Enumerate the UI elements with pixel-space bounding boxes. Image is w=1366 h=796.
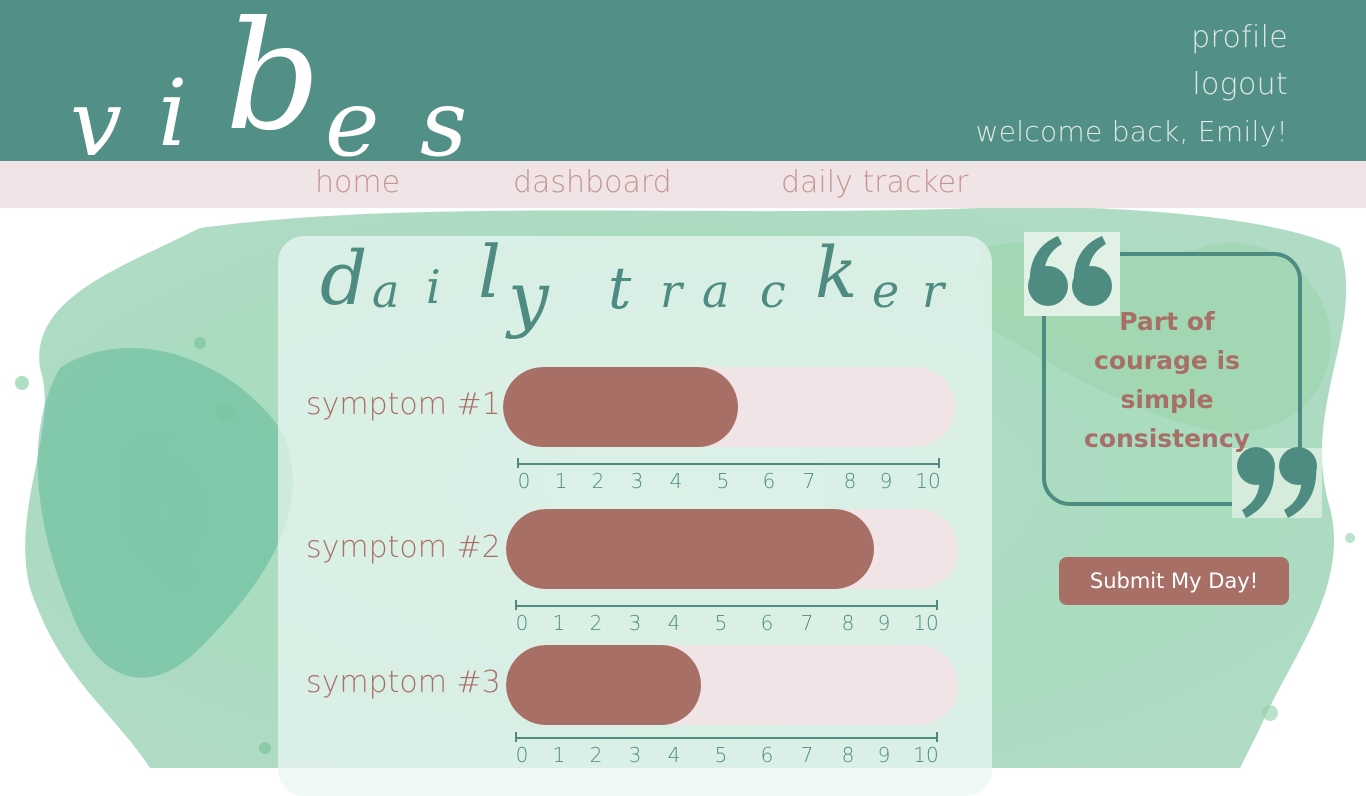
title-letter: i: [426, 260, 441, 314]
symptom-slider-fill[interactable]: [503, 367, 738, 447]
profile-link[interactable]: profile: [976, 14, 1289, 61]
scale-number: 2: [591, 469, 605, 493]
scale-number: 4: [669, 469, 683, 493]
scale-number: 7: [800, 743, 814, 767]
symptom-scale: 0 1 2 3 4 5 6 7 8 9 10: [515, 600, 939, 645]
scale-number: 8: [843, 469, 857, 493]
title-letter: l: [478, 230, 502, 314]
scale-number: 1: [552, 611, 566, 635]
symptom-scale: 0 1 2 3 4 5 6 7 8 9 10: [515, 732, 939, 777]
submit-day-button[interactable]: Submit My Day!: [1059, 557, 1289, 605]
vibes-logo[interactable]: v i b e s: [70, 0, 470, 177]
scale-number: 1: [552, 743, 566, 767]
title-letter: k: [815, 232, 858, 314]
scale-number: 1: [554, 469, 568, 493]
welcome-message: welcome back, Emily!: [975, 115, 1288, 148]
tracker-title: d a i l y t r a c k e r: [300, 230, 980, 356]
scale-number: 6: [760, 743, 774, 767]
quote-text: Part of courage is simple consistency: [1084, 307, 1250, 453]
title-letter: c: [760, 264, 786, 318]
scale-number: 5: [714, 743, 728, 767]
symptom-slider-fill[interactable]: [506, 509, 874, 589]
nav-dashboard[interactable]: dashboard: [513, 165, 672, 200]
symptom-scale: 0 1 2 3 4 5 6 7 8 9 10: [517, 458, 941, 503]
title-letter: a: [372, 264, 400, 318]
title-letter: a: [702, 264, 730, 318]
title-letter: e: [872, 264, 900, 318]
scale-number: 10: [915, 469, 941, 493]
nav-home[interactable]: home: [315, 165, 400, 200]
scale-number: 3: [628, 743, 642, 767]
scale-number: 8: [841, 611, 855, 635]
scale-number: 9: [879, 469, 893, 493]
scale-number: 6: [762, 469, 776, 493]
scale-number: 9: [877, 743, 891, 767]
scale-number: 10: [913, 611, 939, 635]
symptom-slider-track[interactable]: [506, 645, 958, 725]
account-links: profile logout welcome back, Emily!: [976, 14, 1289, 155]
scale-number: 4: [667, 611, 681, 635]
title-letter: t: [608, 254, 632, 322]
symptom-label: symptom #2: [306, 530, 501, 565]
scale-number: 7: [802, 469, 816, 493]
symptom-slider-track[interactable]: [506, 509, 958, 589]
scale-number: 0: [515, 611, 529, 635]
scale-number: 7: [800, 611, 814, 635]
scale-number: 2: [589, 611, 603, 635]
scale-number: 8: [841, 743, 855, 767]
scale-number: 5: [716, 469, 730, 493]
symptom-label: symptom #3: [306, 665, 501, 700]
logout-link[interactable]: logout: [976, 61, 1289, 108]
symptom-slider-fill[interactable]: [506, 645, 701, 725]
scale-number: 10: [913, 743, 939, 767]
scale-number: 4: [667, 743, 681, 767]
title-letter: r: [922, 264, 944, 318]
scale-number: 6: [760, 611, 774, 635]
logo-letter: i: [158, 60, 188, 167]
title-letter: r: [660, 264, 682, 318]
scale-number: 0: [517, 469, 531, 493]
symptom-slider-track[interactable]: [503, 367, 955, 447]
main-nav: home dashboard daily tracker: [0, 161, 1366, 208]
nav-daily-tracker[interactable]: daily tracker: [781, 165, 968, 200]
symptom-label: symptom #1: [306, 387, 501, 422]
scale-number: 9: [877, 611, 891, 635]
title-letter: y: [508, 256, 549, 340]
header-bar: v i b e s profile logout welcome back, E…: [0, 0, 1366, 177]
logo-letter: b: [225, 0, 322, 164]
scale-number: 3: [628, 611, 642, 635]
scale-number: 5: [714, 611, 728, 635]
scale-number: 3: [630, 469, 644, 493]
scale-number: 0: [515, 743, 529, 767]
title-letter: d: [320, 236, 368, 322]
scale-number: 2: [589, 743, 603, 767]
